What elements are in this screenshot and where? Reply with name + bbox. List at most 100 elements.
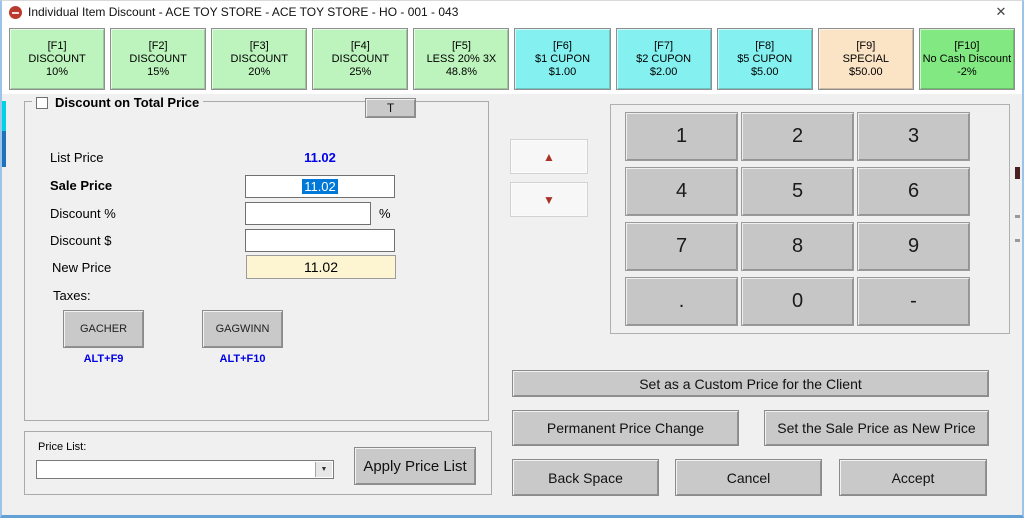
fkey-name-label: SPECIAL [843,53,889,66]
fkey-name-label: LESS 20% 3X [427,53,497,66]
fkey-value-label: 25% [349,66,371,79]
fkey-value-label: 10% [46,66,68,79]
numpad-key-0[interactable]: 0 [741,277,854,326]
taxes-label: Taxes: [53,288,91,303]
fkey-key-label: [F5] [452,40,471,53]
fkey-name-label: $5 CUPON [737,53,792,66]
fkey-value-label: -2% [957,66,977,79]
numpad-panel: 123 456 789.0- [610,104,1010,334]
numpad-key-2[interactable]: 2 [741,112,854,161]
title-bar: Individual Item Discount - ACE TOY STORE… [2,1,1022,23]
discount-percent-field [245,202,371,225]
fkey-button-f6[interactable]: [F6]$1 CUPON$1.00 [514,28,610,90]
t-button[interactable]: T [365,98,416,118]
fkey-key-label: [F9] [856,40,875,53]
numpad-key-5[interactable]: 5 [741,167,854,216]
accept-button[interactable]: Accept [839,459,987,496]
close-icon[interactable]: ✕ [988,1,1014,23]
fkey-button-f1[interactable]: [F1]DISCOUNT10% [9,28,105,90]
arrow-down-icon: ▼ [543,193,555,207]
fkey-button-f3[interactable]: [F3]DISCOUNT20% [211,28,307,90]
cancel-button[interactable]: Cancel [675,459,822,496]
discount-percent-input[interactable] [246,203,370,224]
discount-on-total-price-row: Discount on Total Price [32,95,203,110]
new-price-value: 11.02 [246,255,396,279]
discount-dollar-field [245,229,395,252]
permanent-price-change-button[interactable]: Permanent Price Change [512,410,739,446]
numpad-key-4[interactable]: 4 [625,167,738,216]
numpad-key-7[interactable]: 7 [625,222,738,271]
discount-dollar-input[interactable] [246,230,394,251]
fkey-name-label: No Cash Discount [923,53,1012,66]
numpad-key-6[interactable]: 6 [857,167,970,216]
numpad-key-1[interactable]: 1 [625,112,738,161]
combobox-dropdown-icon[interactable]: ▼ [315,462,332,477]
fkey-button-f2[interactable]: [F2]DISCOUNT15% [110,28,206,90]
list-price-value: 11.02 [245,150,395,165]
sale-price-selected-text: 11.02 [302,179,338,194]
discount-on-total-price-label: Discount on Total Price [55,95,199,110]
fkey-button-f5[interactable]: [F5]LESS 20% 3X48.8% [413,28,509,90]
edge-artifact-cyan [2,101,6,131]
fkey-button-f8[interactable]: [F8]$5 CUPON$5.00 [717,28,813,90]
fkey-name-label: DISCOUNT [332,53,389,66]
fkey-value-label: $1.00 [549,66,577,79]
fkey-key-label: [F7] [654,40,673,53]
fkey-key-label: [F1] [48,40,67,53]
fkey-value-label: 48.8% [446,66,477,79]
edge-artifact-blue [2,131,6,167]
discount-dollar-label: Discount $ [50,233,111,248]
individual-item-discount-dialog: Individual Item Discount - ACE TOY STORE… [0,0,1024,518]
fkey-key-label: [F10] [954,40,979,53]
back-space-button[interactable]: Back Space [512,459,659,496]
fkey-button-f10[interactable]: [F10]No Cash Discount-2% [919,28,1015,90]
gacher-shortcut-label: ALT+F9 [63,353,144,365]
fkey-value-label: $5.00 [751,66,779,79]
spin-down-button[interactable]: ▼ [510,182,588,217]
numpad-key-8[interactable]: 8 [741,222,854,271]
fkey-name-label: DISCOUNT [231,53,288,66]
numpad-key-9[interactable]: 9 [857,222,970,271]
new-price-label: New Price [52,260,111,275]
discount-on-total-price-checkbox[interactable] [36,97,48,109]
percent-suffix: % [379,206,391,221]
fkey-value-label: 20% [248,66,270,79]
sale-price-input[interactable]: 11.02 [245,175,395,198]
fkey-name-label: $1 CUPON [535,53,590,66]
numpad-key-3[interactable]: 3 [857,112,970,161]
spin-up-button[interactable]: ▲ [510,139,588,174]
fkey-value-label: 15% [147,66,169,79]
fkey-value-label: $50.00 [849,66,883,79]
fkey-key-label: [F6] [553,40,572,53]
set-custom-price-button[interactable]: Set as a Custom Price for the Client [512,370,989,397]
numpad-key-minus[interactable]: - [857,277,970,326]
gacher-button[interactable]: GACHER [63,310,144,348]
fkey-key-label: [F2] [149,40,168,53]
fkey-name-label: DISCOUNT [28,53,85,66]
discount-percent-label: Discount % [50,206,116,221]
fkey-key-label: [F4] [351,40,370,53]
numpad-grid: 123 456 789.0- [625,112,970,326]
apply-price-list-button[interactable]: Apply Price List [354,447,476,485]
edge-artifact-tick1 [1015,215,1020,218]
numpad-key-dot[interactable]: . [625,277,738,326]
gagwinn-button[interactable]: GAGWINN [202,310,283,348]
fkey-key-label: [F8] [755,40,774,53]
function-key-row: [F1]DISCOUNT10%[F2]DISCOUNT15%[F3]DISCOU… [2,23,1022,94]
list-price-label: List Price [50,150,103,165]
fkey-key-label: [F3] [250,40,269,53]
set-sale-price-as-new-price-button[interactable]: Set the Sale Price as New Price [764,410,989,446]
fkey-value-label: $2.00 [650,66,678,79]
gagwinn-shortcut-label: ALT+F10 [202,353,283,365]
price-list-label: Price List: [38,441,86,453]
fkey-button-f4[interactable]: [F4]DISCOUNT25% [312,28,408,90]
price-list-combobox[interactable]: ▼ [36,460,334,479]
edge-artifact-tick2 [1015,239,1020,242]
window-title: Individual Item Discount - ACE TOY STORE… [28,5,458,19]
app-logo-icon [9,6,22,19]
arrow-up-icon: ▲ [543,150,555,164]
fkey-button-f9[interactable]: [F9]SPECIAL$50.00 [818,28,914,90]
sale-price-label: Sale Price [50,178,112,193]
edge-artifact-dark [1015,167,1020,179]
fkey-button-f7[interactable]: [F7]$2 CUPON$2.00 [616,28,712,90]
